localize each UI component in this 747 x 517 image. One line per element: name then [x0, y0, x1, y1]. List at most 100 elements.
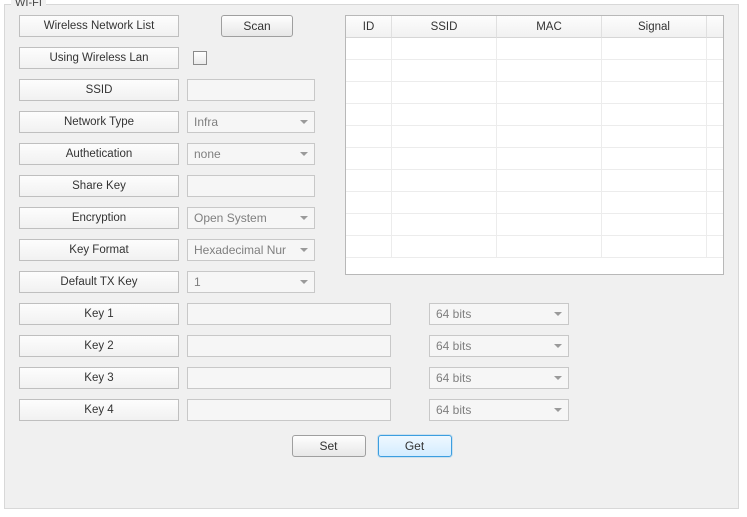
default-tx-key-select[interactable]: 1: [187, 271, 315, 293]
row-authentication: Authetication none: [19, 143, 319, 165]
table-cell: [707, 192, 723, 214]
table-cell: [497, 170, 602, 192]
encryption-select[interactable]: Open System: [187, 207, 315, 229]
table-cell: [497, 148, 602, 170]
table-cell: [497, 236, 602, 258]
table-cell: [602, 126, 707, 148]
label-share-key: Share Key: [19, 175, 179, 197]
table-cell: [346, 126, 392, 148]
set-button[interactable]: Set: [292, 435, 366, 457]
table-cell: [346, 170, 392, 192]
label-key-format: Key Format: [19, 239, 179, 261]
table-cell: [707, 214, 723, 236]
table-cell: [602, 38, 707, 60]
using-wlan-checkbox[interactable]: [193, 51, 207, 65]
key4-bits-select[interactable]: 64 bits: [429, 399, 569, 421]
get-button[interactable]: Get: [378, 435, 452, 457]
table-cell: [392, 104, 497, 126]
col-signal[interactable]: Signal: [602, 16, 707, 38]
network-type-value: Infra: [194, 115, 218, 129]
table-cell: [602, 60, 707, 82]
row-ssid: SSID: [19, 79, 319, 101]
key2-input[interactable]: [187, 335, 391, 357]
table-cell: [707, 170, 723, 192]
left-column: Wireless Network List Scan Using Wireles…: [19, 15, 319, 293]
row-using-wlan: Using Wireless Lan: [19, 47, 319, 69]
label-authentication: Authetication: [19, 143, 179, 165]
share-key-input[interactable]: [187, 175, 315, 197]
table-cell: [346, 236, 392, 258]
chevron-down-icon: [554, 312, 562, 316]
keys-area: Key 1 64 bits Key 2 64 bits: [19, 303, 724, 421]
table-cell: [346, 214, 392, 236]
label-key3: Key 3: [19, 367, 179, 389]
col-ssid[interactable]: SSID: [392, 16, 497, 38]
authentication-select[interactable]: none: [187, 143, 315, 165]
label-wireless-list: Wireless Network List: [19, 15, 179, 37]
chevron-down-icon: [554, 344, 562, 348]
row-encryption: Encryption Open System: [19, 207, 319, 229]
ssid-input[interactable]: [187, 79, 315, 101]
key-format-value: Hexadecimal Nur: [194, 243, 286, 257]
table-cell: [497, 82, 602, 104]
row-wireless-list: Wireless Network List Scan: [19, 15, 319, 37]
chevron-down-icon: [300, 280, 308, 284]
col-mac[interactable]: MAC: [497, 16, 602, 38]
table-cell: [346, 104, 392, 126]
table-cell: [602, 236, 707, 258]
table-cell: [707, 236, 723, 258]
label-key1: Key 1: [19, 303, 179, 325]
table-cell: [497, 38, 602, 60]
network-table[interactable]: ID SSID MAC Signal: [345, 15, 724, 275]
table-cell: [392, 60, 497, 82]
table-cell: [392, 236, 497, 258]
row-key4: Key 4 64 bits: [19, 399, 724, 421]
key3-input[interactable]: [187, 367, 391, 389]
encryption-value: Open System: [194, 211, 267, 225]
key1-bits-value: 64 bits: [436, 307, 471, 321]
table-cell: [346, 82, 392, 104]
wifi-config-panel: WI-FI Wireless Network List Scan Using W…: [0, 0, 747, 517]
row-key2: Key 2 64 bits: [19, 335, 724, 357]
chevron-down-icon: [554, 408, 562, 412]
table-cell: [392, 126, 497, 148]
key2-bits-value: 64 bits: [436, 339, 471, 353]
row-key3: Key 3 64 bits: [19, 367, 724, 389]
row-key-format: Key Format Hexadecimal Nur: [19, 239, 319, 261]
table-cell: [392, 192, 497, 214]
table-cell: [497, 60, 602, 82]
scan-button[interactable]: Scan: [221, 15, 293, 37]
table-cell: [392, 148, 497, 170]
key3-bits-select[interactable]: 64 bits: [429, 367, 569, 389]
row-key1: Key 1 64 bits: [19, 303, 724, 325]
col-id[interactable]: ID: [346, 16, 392, 38]
row-network-type: Network Type Infra: [19, 111, 319, 133]
key2-bits-select[interactable]: 64 bits: [429, 335, 569, 357]
wifi-fieldset: WI-FI Wireless Network List Scan Using W…: [4, 4, 739, 509]
label-encryption: Encryption: [19, 207, 179, 229]
chevron-down-icon: [300, 152, 308, 156]
footer-buttons: Set Get: [19, 435, 724, 457]
key3-bits-value: 64 bits: [436, 371, 471, 385]
table-cell: [346, 148, 392, 170]
network-type-select[interactable]: Infra: [187, 111, 315, 133]
chevron-down-icon: [300, 248, 308, 252]
label-using-wlan: Using Wireless Lan: [19, 47, 179, 69]
chevron-down-icon: [300, 216, 308, 220]
table-cell: [602, 214, 707, 236]
right-column: ID SSID MAC Signal: [345, 15, 724, 293]
table-cell: [392, 38, 497, 60]
key4-input[interactable]: [187, 399, 391, 421]
table-cell: [707, 126, 723, 148]
key1-input[interactable]: [187, 303, 391, 325]
label-key4: Key 4: [19, 399, 179, 421]
table-cell: [602, 170, 707, 192]
table-cell: [602, 104, 707, 126]
table-cell: [392, 214, 497, 236]
table-cell: [497, 192, 602, 214]
key-format-select[interactable]: Hexadecimal Nur: [187, 239, 315, 261]
table-cell: [497, 126, 602, 148]
fieldset-legend: WI-FI: [11, 0, 46, 9]
key1-bits-select[interactable]: 64 bits: [429, 303, 569, 325]
table-cell: [707, 82, 723, 104]
